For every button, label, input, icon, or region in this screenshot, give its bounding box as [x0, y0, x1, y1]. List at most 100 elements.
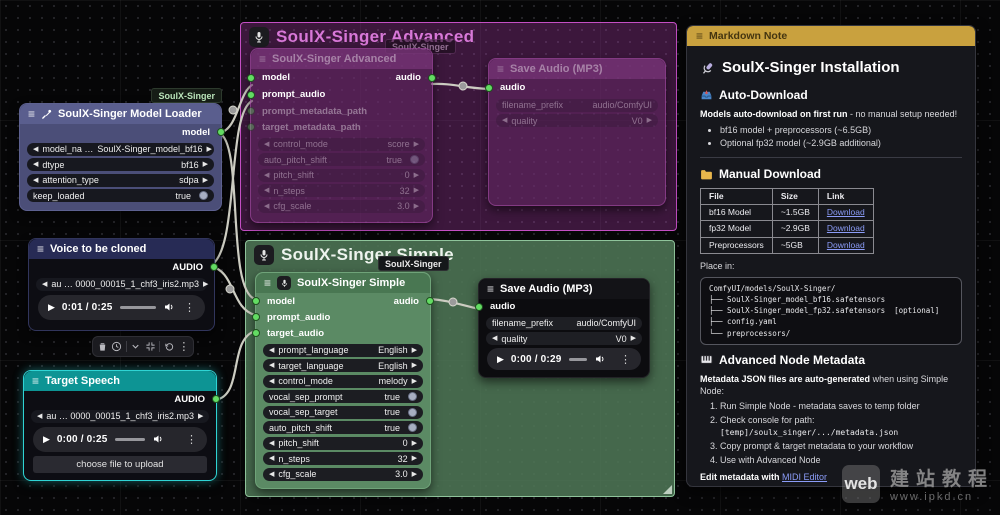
prev-arrow-icon[interactable]: ◀: [37, 413, 42, 420]
node-graph-canvas[interactable]: SoulX-Singer Advanced SoulX-Singer Simpl…: [0, 0, 1000, 515]
prev-arrow-icon[interactable]: ◀: [269, 471, 274, 478]
output-port[interactable]: [217, 128, 225, 136]
collapse-icon[interactable]: [145, 341, 156, 352]
input-port[interactable]: [247, 73, 255, 82]
node-soulx-singer-simple[interactable]: ≡ SoulX-Singer Simple model audio prompt…: [252, 272, 434, 489]
widget-cfg-scale[interactable]: ◀ cfg_scale 3.0 ▶: [258, 199, 425, 213]
widget-attention-type[interactable]: ◀ attention_type sdpa ▶: [27, 173, 214, 187]
widget-audio-file[interactable]: ◀ au … 0000_00015_1_chf3_iris2.mp3 ▶: [36, 277, 208, 291]
next-arrow-icon[interactable]: ▶: [203, 281, 208, 288]
toggle-icon[interactable]: [410, 155, 419, 164]
prev-arrow-icon[interactable]: ◀: [269, 378, 274, 385]
delete-icon[interactable]: [97, 341, 108, 352]
seek-bar[interactable]: [568, 357, 587, 361]
next-arrow-icon[interactable]: ▶: [412, 455, 417, 462]
audio-player[interactable]: ▶ 0:01 / 0:25 ⋮: [38, 294, 205, 320]
node-header[interactable]: ≡ Save Audio (MP3): [479, 279, 649, 299]
volume-icon[interactable]: [594, 353, 606, 365]
next-arrow-icon[interactable]: ▶: [414, 203, 419, 210]
next-arrow-icon[interactable]: ▶: [203, 177, 208, 184]
download-link[interactable]: Download: [827, 223, 865, 233]
kebab-menu-icon[interactable]: ⋮: [186, 433, 197, 446]
menu-icon[interactable]: ≡: [497, 62, 504, 76]
kebab-menu-icon[interactable]: ⋮: [620, 353, 631, 366]
widget-control-mode[interactable]: ◀ control_mode score ▶: [258, 137, 425, 151]
download-link[interactable]: Download: [827, 207, 865, 217]
output-port[interactable]: [428, 73, 436, 82]
input-port[interactable]: [475, 302, 483, 311]
kebab-menu-icon[interactable]: ⋮: [178, 340, 189, 353]
input-port[interactable]: [252, 297, 260, 305]
widget-vocal-sep-prompt[interactable]: vocal_sep_prompt true: [263, 390, 423, 403]
widget-vocal-sep-target[interactable]: vocal_sep_target true: [263, 405, 423, 419]
group-resize-handle[interactable]: [663, 485, 672, 494]
next-arrow-icon[interactable]: ▶: [631, 335, 636, 342]
prev-arrow-icon[interactable]: ◀: [269, 440, 274, 447]
node-target-speech[interactable]: ≡ Target Speech AUDIO ◀ au … 0000_00015_…: [23, 370, 220, 481]
input-port[interactable]: [247, 123, 255, 131]
widget-audio-file[interactable]: ◀ au … 0000_00015_1_chf3_iris2.mp3 ▶: [31, 409, 209, 423]
next-arrow-icon[interactable]: ▶: [412, 347, 417, 354]
next-arrow-icon[interactable]: ▶: [647, 117, 652, 124]
menu-icon[interactable]: ≡: [259, 52, 266, 66]
note-header[interactable]: ≡ Markdown Note: [687, 26, 975, 46]
next-arrow-icon[interactable]: ▶: [198, 413, 203, 420]
input-port[interactable]: [247, 90, 255, 99]
widget-keep-loaded[interactable]: keep_loaded true: [27, 189, 214, 202]
reroute-dot[interactable]: [225, 284, 235, 294]
widget-pitch-shift[interactable]: ◀ pitch_shift 0 ▶: [258, 168, 425, 182]
output-port[interactable]: [210, 263, 218, 271]
audio-player[interactable]: ▶ 0:00 / 0:25 ⋮: [33, 426, 207, 452]
prev-arrow-icon[interactable]: ◀: [264, 203, 269, 210]
choose-file-button[interactable]: choose file to upload: [33, 455, 207, 473]
menu-icon[interactable]: ≡: [487, 282, 494, 296]
prev-arrow-icon[interactable]: ◀: [264, 187, 269, 194]
node-header[interactable]: ≡ SoulX-Singer Advanced: [251, 49, 432, 69]
node-header[interactable]: ≡ Save Audio (MP3): [489, 59, 665, 79]
widget-n-steps[interactable]: ◀ n_steps 32 ▶: [263, 452, 423, 465]
next-arrow-icon[interactable]: ▶: [412, 378, 417, 385]
next-arrow-icon[interactable]: ▶: [412, 471, 417, 478]
prev-arrow-icon[interactable]: ◀: [269, 347, 274, 354]
widget-cfg-scale[interactable]: ◀ cfg_scale 3.0 ▶: [263, 467, 423, 481]
node-context-toolbar[interactable]: ⋮: [92, 336, 194, 357]
group-title-bar[interactable]: SoulX-Singer Advanced: [241, 23, 676, 51]
kebab-menu-icon[interactable]: ⋮: [184, 301, 195, 314]
next-arrow-icon[interactable]: ▶: [203, 161, 208, 168]
prev-arrow-icon[interactable]: ◀: [33, 146, 38, 153]
widget-model-name[interactable]: ◀ model_na … SoulX-Singer_model_bf16 ▶: [27, 142, 214, 156]
prev-arrow-icon[interactable]: ◀: [269, 455, 274, 462]
menu-icon[interactable]: ≡: [28, 107, 35, 121]
widget-prompt-language[interactable]: ◀ prompt_language English ▶: [263, 343, 423, 357]
widget-auto-pitch-shift[interactable]: auto_pitch_shift true: [258, 153, 425, 166]
menu-icon[interactable]: ≡: [696, 29, 703, 43]
widget-pitch-shift[interactable]: ◀ pitch_shift 0 ▶: [263, 436, 423, 450]
widget-auto-pitch-shift[interactable]: auto_pitch_shift true: [263, 421, 423, 434]
input-port[interactable]: [252, 329, 260, 337]
play-icon[interactable]: ▶: [43, 434, 50, 445]
prev-arrow-icon[interactable]: ◀: [42, 281, 47, 288]
prev-arrow-icon[interactable]: ◀: [264, 141, 269, 148]
node-save-audio-mp3-bypassed[interactable]: ≡ Save Audio (MP3) audio filename_prefix…: [485, 58, 666, 206]
next-arrow-icon[interactable]: ▶: [414, 172, 419, 179]
next-arrow-icon[interactable]: ▶: [414, 141, 419, 148]
toggle-icon[interactable]: [408, 423, 417, 432]
next-arrow-icon[interactable]: ▶: [412, 440, 417, 447]
toggle-icon[interactable]: [199, 191, 208, 200]
volume-icon[interactable]: [152, 433, 164, 445]
output-port[interactable]: [212, 395, 220, 403]
reroute-dot[interactable]: [228, 105, 238, 115]
seek-bar[interactable]: [119, 305, 156, 309]
next-arrow-icon[interactable]: ▶: [207, 146, 212, 153]
node-header[interactable]: ≡ SoulX-Singer Simple: [256, 273, 430, 293]
seek-bar[interactable]: [114, 437, 145, 441]
play-icon[interactable]: ▶: [48, 302, 55, 313]
toggle-icon[interactable]: [408, 392, 417, 401]
menu-icon[interactable]: ≡: [32, 374, 39, 388]
widget-dtype[interactable]: ◀ dtype bf16 ▶: [27, 158, 214, 171]
prev-arrow-icon[interactable]: ◀: [492, 335, 497, 342]
node-model-loader[interactable]: ≡ SoulX-Singer Model Loader model ◀ mode…: [19, 103, 225, 211]
input-port[interactable]: [252, 313, 260, 321]
chevron-down-icon[interactable]: [130, 341, 141, 352]
midi-editor-link[interactable]: MIDI Editor: [782, 472, 827, 482]
